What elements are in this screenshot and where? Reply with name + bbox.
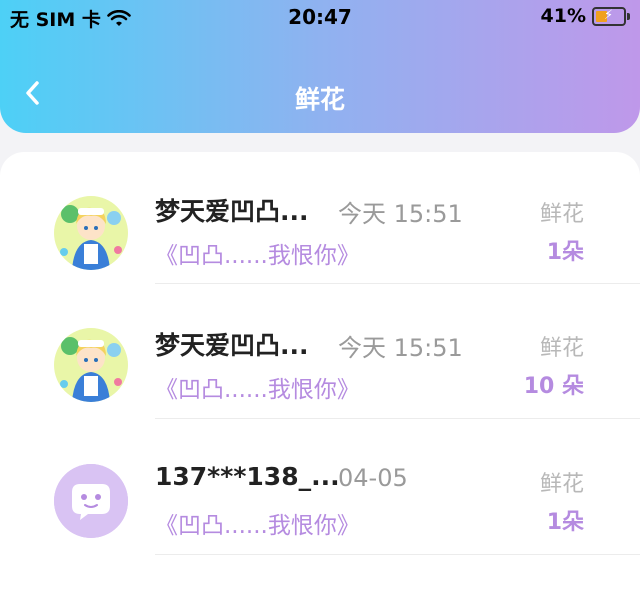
avatar[interactable]: [54, 196, 128, 270]
page-title: 鲜花: [294, 85, 345, 114]
header: 无 SIM 卡 20:47 41% ⚡ 鲜花: [0, 0, 640, 133]
gift-message: 《凹凸......我恨你》: [155, 377, 360, 403]
gift-message: 《凹凸......我恨你》: [155, 243, 360, 269]
avatar[interactable]: [54, 464, 128, 538]
anime-avatar-icon: [54, 328, 128, 402]
divider: [155, 283, 640, 284]
battery-percent: 41%: [540, 5, 586, 27]
avatar[interactable]: [54, 328, 128, 402]
battery-charging-icon: ⚡: [592, 6, 626, 26]
list-item[interactable]: 137***138_... 04-05 《凹凸......我恨你》 鲜花 1朵: [0, 424, 640, 560]
battery-area: 41% ⚡: [541, 5, 630, 27]
gift-count: 1朵: [546, 510, 584, 535]
list-item[interactable]: 梦天爱凹凸... 今天 15:51 《凹凸......我恨你》 鲜花 1朵: [0, 152, 640, 288]
send-time: 今天 15:51: [338, 200, 463, 228]
list-item[interactable]: 梦天爱凹凸... 今天 15:51 《凹凸......我恨你》 鲜花 10 朵: [0, 288, 640, 424]
gift-message: 《凹凸......我恨你》: [155, 513, 360, 539]
gift-count: 10 朵: [523, 374, 584, 399]
flower-list: 梦天爱凹凸... 今天 15:51 《凹凸......我恨你》 鲜花 1朵 梦天…: [0, 152, 640, 592]
status-bar: 无 SIM 卡 20:47 41% ⚡: [0, 0, 640, 36]
sender-name: 梦天爱凹凸...: [155, 331, 309, 360]
divider: [155, 418, 640, 419]
gift-type-label: 鲜花: [539, 336, 584, 361]
anime-avatar-icon: [54, 196, 128, 270]
battery-cap: [627, 12, 630, 20]
charging-bolt-icon: ⚡: [604, 7, 614, 23]
send-time: 04-05: [338, 464, 408, 492]
send-time: 今天 15:51: [338, 334, 463, 362]
divider: [155, 554, 640, 555]
gift-count: 1朵: [546, 240, 584, 265]
gift-type-label: 鲜花: [539, 202, 584, 227]
default-chat-avatar-icon: [54, 464, 128, 538]
gift-type-label: 鲜花: [539, 472, 584, 497]
sender-name: 137***138_...: [155, 462, 340, 491]
sender-name: 梦天爱凹凸...: [155, 197, 309, 226]
